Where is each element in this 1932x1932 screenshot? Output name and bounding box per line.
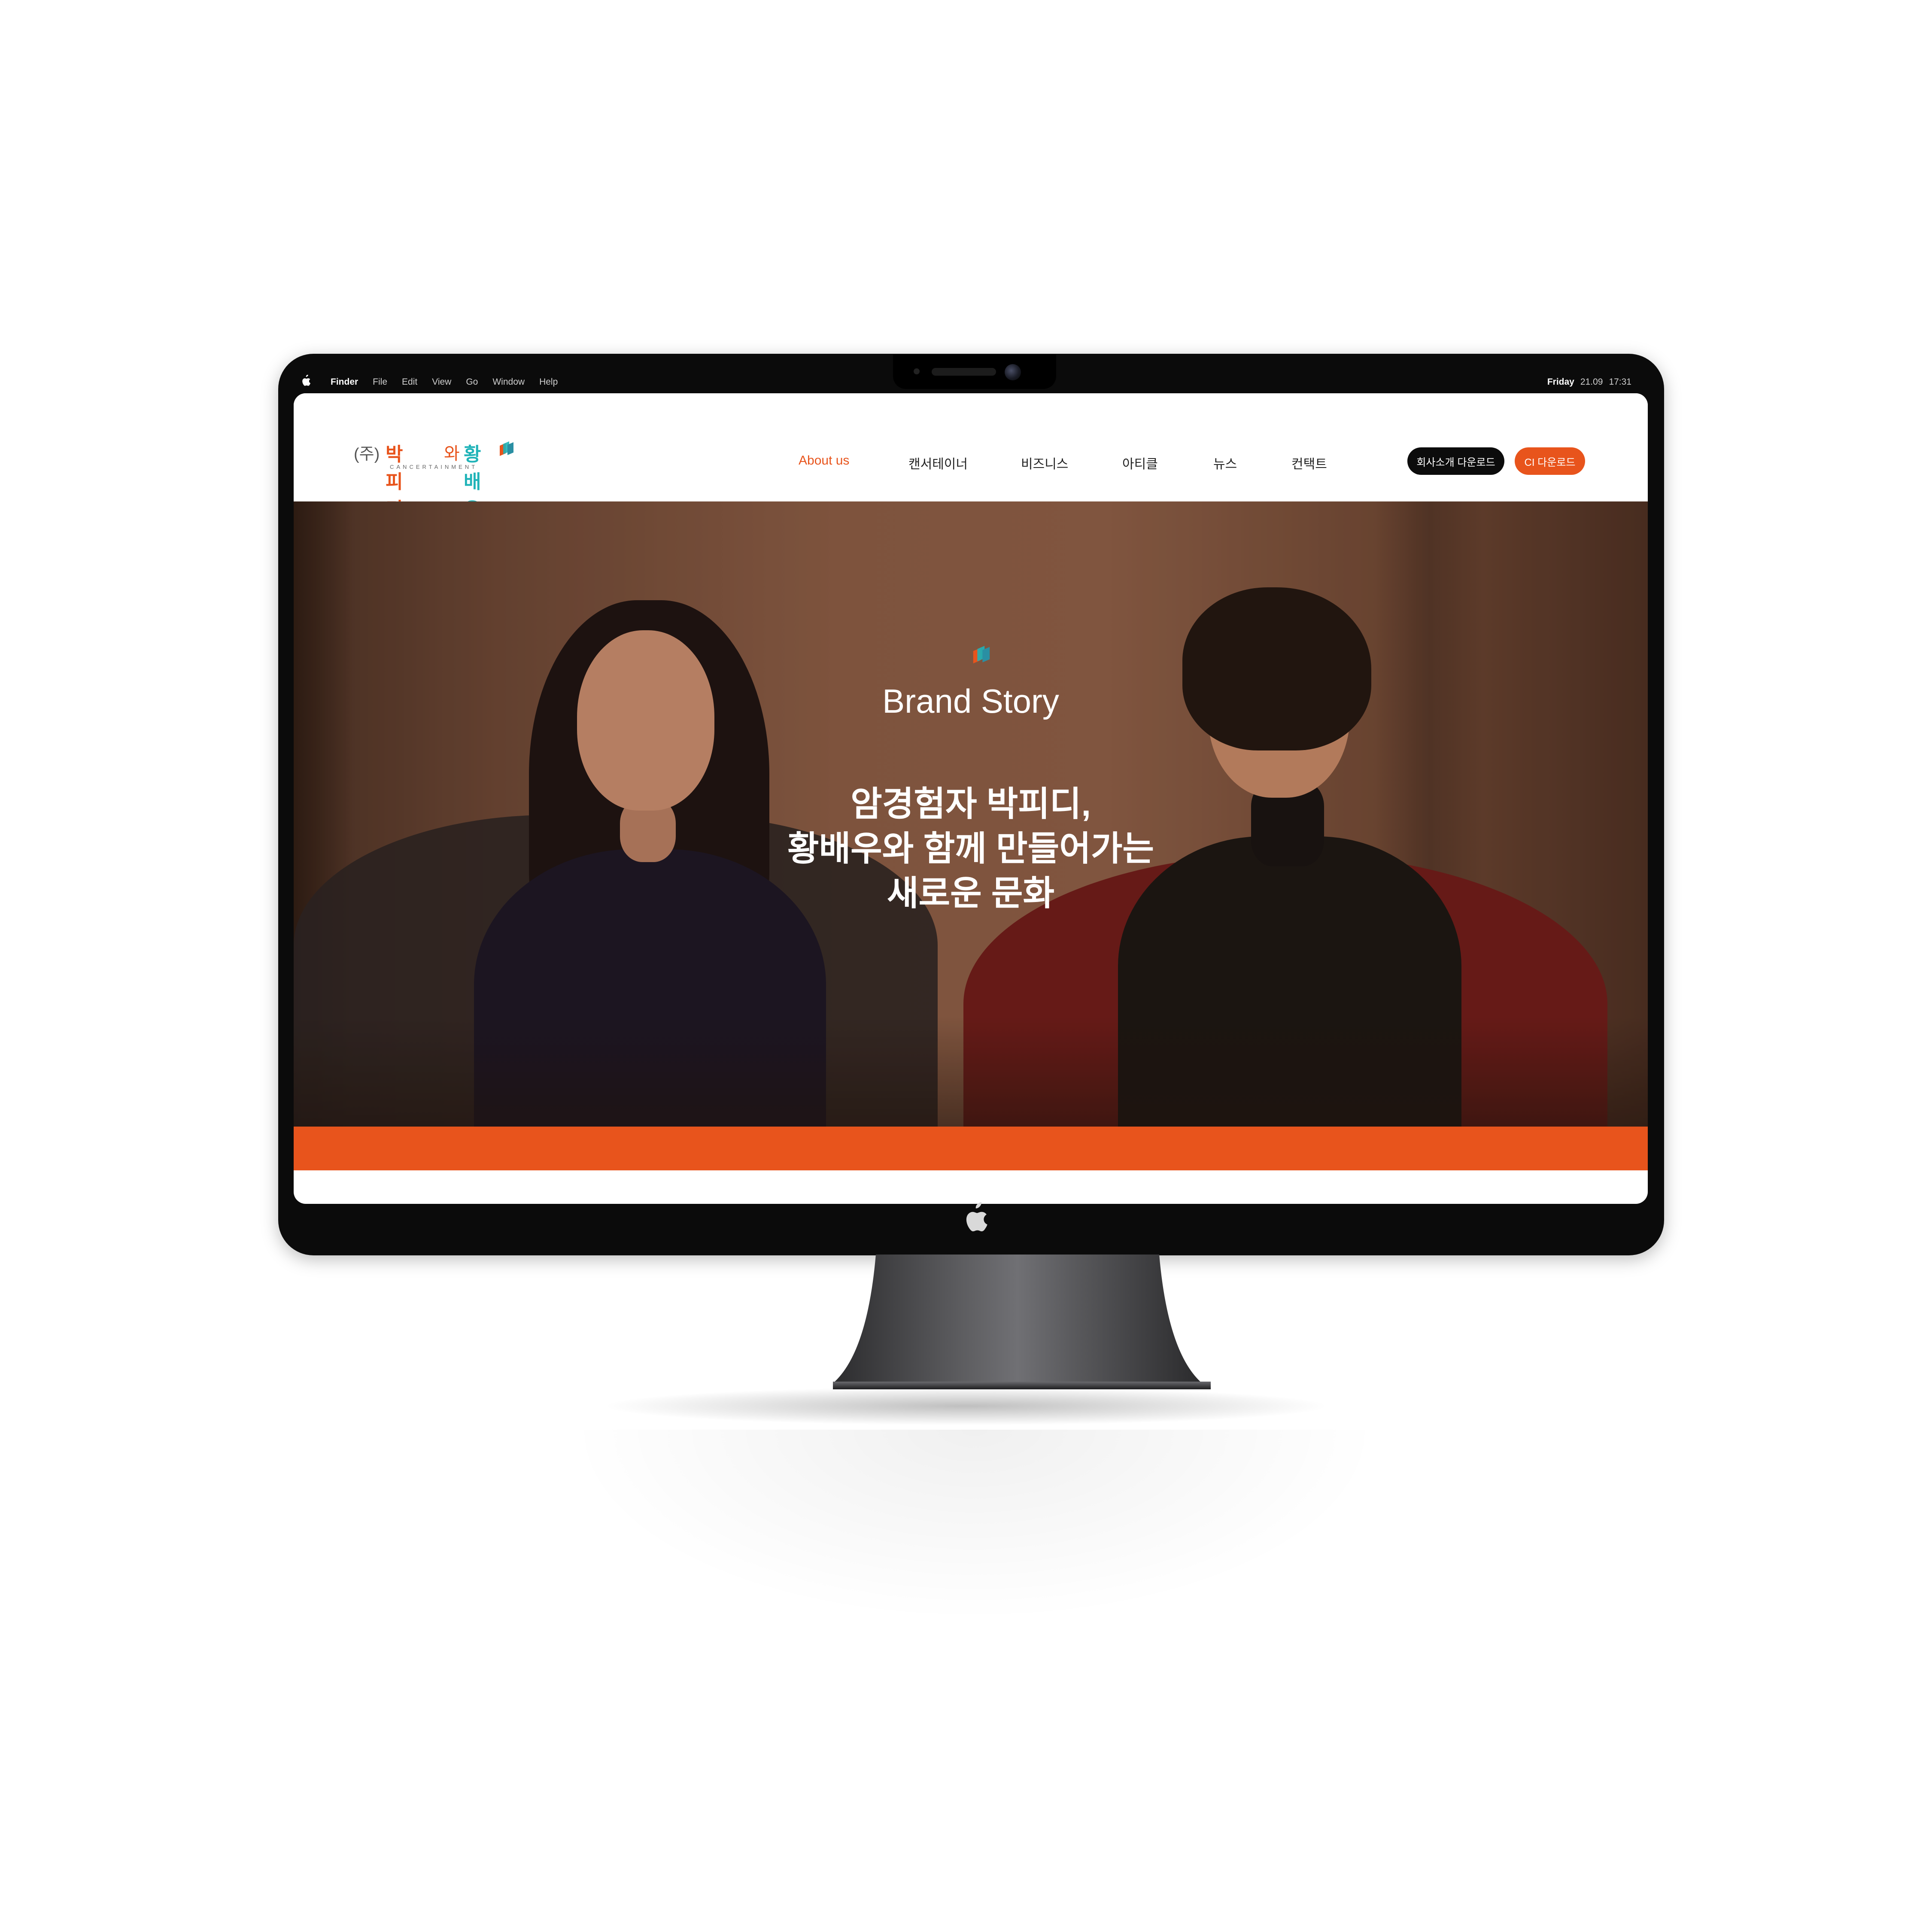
logo-subtitle: CANCERTAINMENT	[390, 464, 478, 470]
hero-headline-line-1: 암경험자 박피디,	[851, 785, 1091, 823]
nav-about-us[interactable]: About us	[799, 453, 849, 468]
hero-section: Brand Story 암경험자 박피디, 황배우와 함께 만들어가는 새로운 …	[294, 501, 1648, 1127]
nav-business[interactable]: 비즈니스	[1021, 453, 1068, 472]
nav-news[interactable]: 뉴스	[1213, 453, 1237, 472]
screen: (주) 박피디 와 황배우 CANCERTAINMENT About us 캔서…	[294, 393, 1648, 1204]
menubar-date: 21.09	[1580, 377, 1603, 387]
nav-cancertainer[interactable]: 캔서테이너	[908, 453, 968, 472]
nav-contact[interactable]: 컨택트	[1291, 453, 1327, 472]
site-header: (주) 박피디 와 황배우 CANCERTAINMENT About us 캔서…	[294, 393, 1648, 520]
logo-corp-prefix: (주)	[354, 445, 380, 463]
menubar-help[interactable]: Help	[539, 377, 558, 387]
orange-band	[294, 1127, 1648, 1170]
menubar-edit[interactable]: Edit	[402, 377, 417, 387]
apple-icon	[962, 1202, 988, 1237]
desk-reflection	[567, 1430, 1382, 1623]
company-intro-download-button[interactable]: 회사소개 다운로드	[1407, 447, 1504, 475]
menubar-day: Friday	[1547, 377, 1574, 387]
menubar-app-name[interactable]: Finder	[331, 377, 358, 387]
logo-name-connector: 와	[444, 444, 460, 463]
book-stack-icon	[971, 645, 992, 668]
macos-menubar: Finder File Edit View Go Window Help Fri…	[301, 374, 1631, 390]
menubar-time: 17:31	[1609, 377, 1631, 387]
menubar-clock[interactable]: Friday 21.09 17:31	[1541, 374, 1631, 390]
hero-title: Brand Story	[882, 682, 1059, 720]
apple-icon[interactable]	[301, 374, 313, 389]
camera-sensor	[914, 368, 920, 374]
menubar-view[interactable]: View	[432, 377, 451, 387]
nav-article[interactable]: 아티클	[1122, 453, 1158, 472]
ci-download-button[interactable]: CI 다운로드	[1515, 447, 1585, 475]
menubar-window[interactable]: Window	[492, 377, 525, 387]
hero-headline-line-2: 황배우와 함께 만들어가는	[787, 829, 1154, 868]
hero-headline-line-3: 새로운 문화	[887, 874, 1055, 912]
imac-stand	[833, 1255, 1211, 1389]
menubar-file[interactable]: File	[373, 377, 387, 387]
book-stack-icon	[498, 440, 515, 460]
menubar-go[interactable]: Go	[466, 377, 478, 387]
